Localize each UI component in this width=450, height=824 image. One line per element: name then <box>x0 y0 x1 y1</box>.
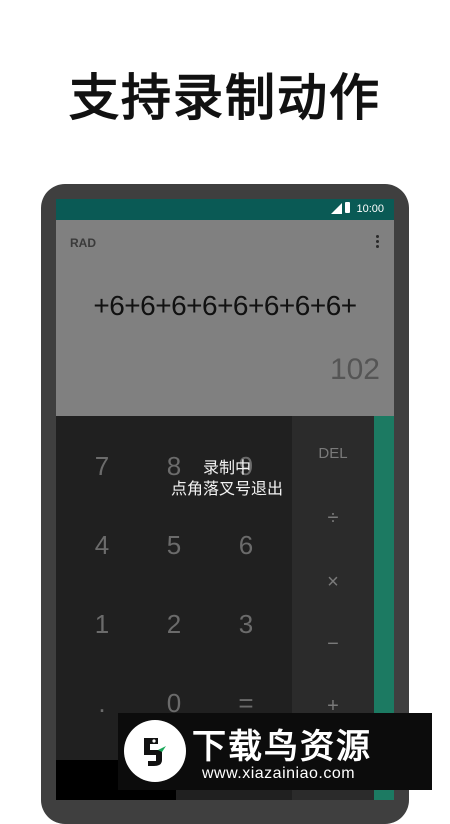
subtract-button[interactable]: − <box>292 614 374 674</box>
status-time: 10:00 <box>356 203 384 215</box>
bird-logo-icon <box>124 720 186 782</box>
recording-toast: 录制中 点角落叉号退出 <box>152 457 302 499</box>
key-6[interactable]: 6 <box>210 515 282 575</box>
promo-headline: 支持录制动作 <box>69 69 381 127</box>
overflow-menu-icon[interactable] <box>376 235 380 251</box>
formula-text: +6+6+6+6+6+6+6+6+ <box>93 290 357 321</box>
result-text: 102 <box>329 353 380 386</box>
recording-status-text: 录制中 <box>202 458 251 477</box>
watermark-title: 下载鸟资源 <box>192 727 372 767</box>
recording-exit-hint: 点角落叉号退出 <box>170 479 283 498</box>
delete-button[interactable]: DEL <box>292 424 374 484</box>
multiply-button[interactable]: × <box>292 552 374 612</box>
calculator-display: RAD +6+6+6+6+6+6+6+6+ 102 <box>56 220 394 416</box>
battery-icon <box>345 202 350 213</box>
key-5[interactable]: 5 <box>138 515 210 575</box>
key-4[interactable]: 4 <box>66 515 138 575</box>
watermark-url: www.xiazainiao.com <box>202 765 356 782</box>
key-3[interactable]: 3 <box>210 594 282 654</box>
calculator-screen: 10:00 RAD +6+6+6+6+6+6+6+6+ 102 7 8 9 4 … <box>56 199 394 800</box>
key-7[interactable]: 7 <box>66 436 138 496</box>
divide-button[interactable]: ÷ <box>292 488 374 548</box>
key-1[interactable]: 1 <box>66 594 138 654</box>
status-bar: 10:00 <box>56 199 394 220</box>
site-watermark: 下载鸟资源 www.xiazainiao.com <box>118 713 432 790</box>
angle-mode-label[interactable]: RAD <box>70 236 96 250</box>
key-2[interactable]: 2 <box>138 594 210 654</box>
signal-icon <box>331 203 342 214</box>
